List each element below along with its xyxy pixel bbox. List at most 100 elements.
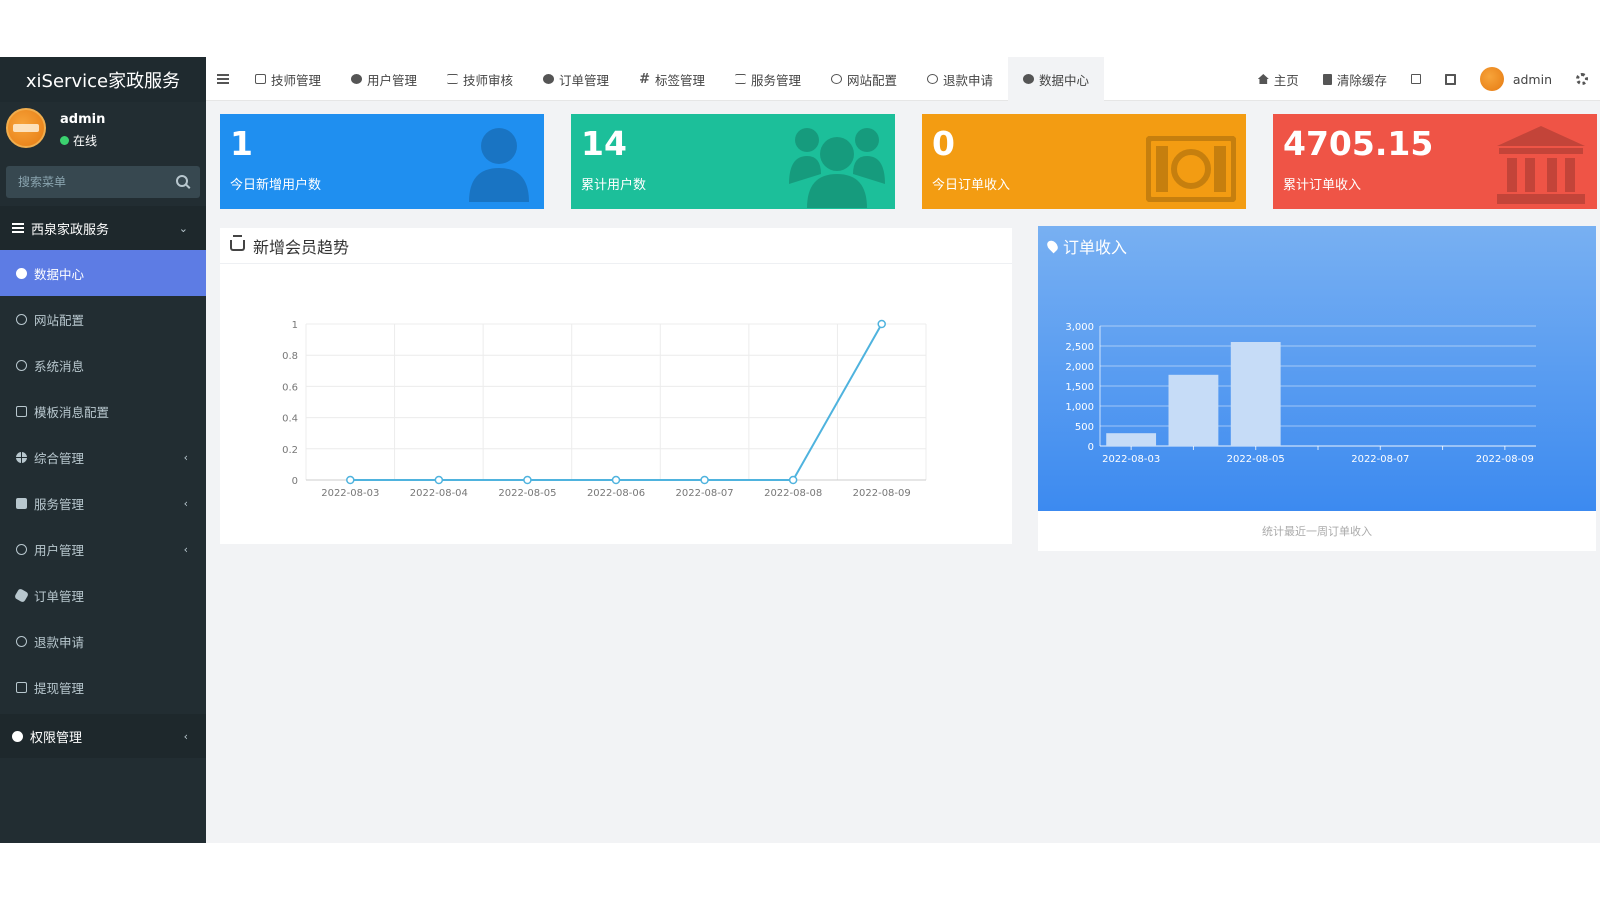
chevron-left-icon: ‹ xyxy=(183,542,188,556)
avatar xyxy=(1479,67,1504,91)
sidebar-item-template-messages[interactable]: 模板消息配置 xyxy=(0,388,206,434)
sidebar-item-withdrawal-management[interactable]: 提现管理 xyxy=(0,664,206,710)
sidebar-item-site-config[interactable]: 网站配置 xyxy=(0,296,206,342)
language-button[interactable] xyxy=(1399,57,1433,101)
data-point xyxy=(611,475,621,485)
tab-order-management[interactable]: 订单管理 xyxy=(528,57,624,101)
sidebar-group-header[interactable]: 西泉家政服务 ⌄ xyxy=(0,206,206,250)
chevron-left-icon: ‹ xyxy=(183,496,188,510)
list-icon xyxy=(12,223,24,233)
clear-cache-label: 清除缓存 xyxy=(1336,72,1387,88)
sidebar-item-system-messages[interactable]: 系统消息 xyxy=(0,342,206,388)
circle-icon xyxy=(927,74,939,84)
x-tick-label: 2022-08-05 xyxy=(1227,454,1285,465)
stat-label: 累计用户数 xyxy=(581,178,647,193)
tab-service-management[interactable]: 服务管理 xyxy=(720,57,816,101)
data-point xyxy=(346,475,355,485)
chevron-down-icon: ⌄ xyxy=(178,221,188,235)
sidebar-group-label: 西泉家政服务 xyxy=(31,222,110,238)
tab-label: 服务管理 xyxy=(750,72,801,88)
stat-value: 4705.15 xyxy=(1283,124,1434,163)
menu-search xyxy=(6,166,200,198)
inbox-icon xyxy=(230,235,245,251)
data-point xyxy=(788,475,798,485)
sidebar-item-label: 数据中心 xyxy=(34,266,85,282)
home-button[interactable]: 主页 xyxy=(1246,57,1311,101)
circle-icon xyxy=(831,74,842,84)
hamburger-icon xyxy=(217,74,229,84)
chevron-left-icon: ‹ xyxy=(183,729,188,743)
tab-label: 标签管理 xyxy=(654,72,705,88)
tab-label: 退款申请 xyxy=(943,72,994,88)
sidebar-item-label: 用户管理 xyxy=(34,542,85,558)
user-status: 在线 xyxy=(60,132,97,149)
tab-label: 数据中心 xyxy=(1039,72,1090,88)
app-root: xiService家政服务 admin 在线 西泉家政服务 ⌄ 数据中心 网站配… xyxy=(0,57,1600,843)
menu-search-input[interactable] xyxy=(6,166,200,198)
bar xyxy=(1168,374,1219,446)
data-point xyxy=(700,475,709,485)
data-point xyxy=(434,475,444,485)
bar xyxy=(1230,342,1281,446)
sidebar-item-label: 提现管理 xyxy=(34,680,85,696)
y-tick-label: 1,000 xyxy=(1065,402,1094,413)
translate-icon xyxy=(1410,74,1421,84)
clear-cache-button[interactable]: 清除缓存 xyxy=(1311,57,1399,101)
order-income-panel: 订单收入 0 500 1,000 1,500 2,000 2,500 3,000 2022-0… xyxy=(1038,226,1596,551)
sidebar-toggle-button[interactable] xyxy=(206,57,240,101)
stat-label: 累计订单收入 xyxy=(1283,178,1362,193)
tab-user-management[interactable]: 用户管理 xyxy=(336,57,432,101)
tab-label: 用户管理 xyxy=(367,72,418,88)
sidebar-item-order-management[interactable]: 订单管理 xyxy=(0,572,206,618)
y-tick-label: 3,000 xyxy=(1065,322,1094,333)
id-card-icon xyxy=(255,74,266,84)
user-name: admin xyxy=(60,112,106,127)
list-icon xyxy=(447,74,459,84)
y-tick-label: 0.4 xyxy=(282,414,298,425)
tab-data-center[interactable]: 数据中心 xyxy=(1008,57,1105,101)
sidebar-item-label: 服务管理 xyxy=(34,496,85,512)
sidebar-item-user-management[interactable]: 用户管理 ‹ xyxy=(0,526,206,572)
series-line xyxy=(350,323,883,481)
fullscreen-button[interactable] xyxy=(1433,57,1468,101)
money-icon xyxy=(16,681,27,693)
sidebar-item-general-management[interactable]: 综合管理 ‹ xyxy=(0,434,206,480)
bar xyxy=(1106,433,1157,446)
stat-value: 1 xyxy=(230,124,253,163)
tab-technician-management[interactable]: 技师管理 xyxy=(240,57,336,101)
tab-refund-requests[interactable]: 退款申请 xyxy=(912,57,1008,101)
tab-bar: 技师管理 用户管理 技师审核 订单管理 # 标签管理 服务管理 网站配置 退款申请… xyxy=(206,57,1105,101)
member-trend-title: 新增会员趋势 xyxy=(220,228,1012,264)
sidebar-item-data-center[interactable]: 数据中心 xyxy=(0,250,206,296)
avatar xyxy=(6,108,46,148)
stat-label: 今日订单收入 xyxy=(932,178,1011,193)
home-label: 主页 xyxy=(1273,72,1299,88)
app-logo[interactable]: xiService家政服务 xyxy=(0,57,206,102)
toolbar-right: 主页 清除缓存 admin xyxy=(1246,57,1600,101)
sidebar: xiService家政服务 admin 在线 西泉家政服务 ⌄ 数据中心 网站配… xyxy=(0,57,206,843)
tab-site-config[interactable]: 网站配置 xyxy=(816,57,912,101)
circle-icon xyxy=(16,359,27,371)
x-tick-label: 2022-08-03 xyxy=(321,488,379,499)
user-status-label: 在线 xyxy=(73,134,98,148)
tab-technician-review[interactable]: 技师审核 xyxy=(432,57,528,101)
user-circle-icon xyxy=(16,543,27,555)
tab-label: 技师管理 xyxy=(271,72,322,88)
money-icon xyxy=(1146,136,1236,202)
users-icon xyxy=(12,730,23,742)
order-income-footer: 统计最近一周订单收入 xyxy=(1262,525,1372,538)
hexagon-icon xyxy=(543,74,555,84)
user-panel: admin 在线 xyxy=(0,102,206,158)
bank-icon xyxy=(1497,126,1585,204)
x-tick-label: 2022-08-08 xyxy=(764,488,822,499)
sidebar-item-permission-management[interactable]: 权限管理 ‹ xyxy=(0,714,206,758)
search-icon[interactable] xyxy=(176,175,188,187)
tab-tag-management[interactable]: # 标签管理 xyxy=(624,57,720,101)
sidebar-item-refund-requests[interactable]: 退款申请 xyxy=(0,618,206,664)
sidebar-item-service-management[interactable]: 服务管理 ‹ xyxy=(0,480,206,526)
home-icon xyxy=(1257,74,1269,84)
settings-button[interactable] xyxy=(1564,57,1600,101)
list-icon xyxy=(734,74,746,84)
user-menu-button[interactable]: admin xyxy=(1468,57,1564,101)
order-income-header: 订单收入 0 500 1,000 1,500 2,000 2,500 3,000 2022-0… xyxy=(1038,226,1596,511)
